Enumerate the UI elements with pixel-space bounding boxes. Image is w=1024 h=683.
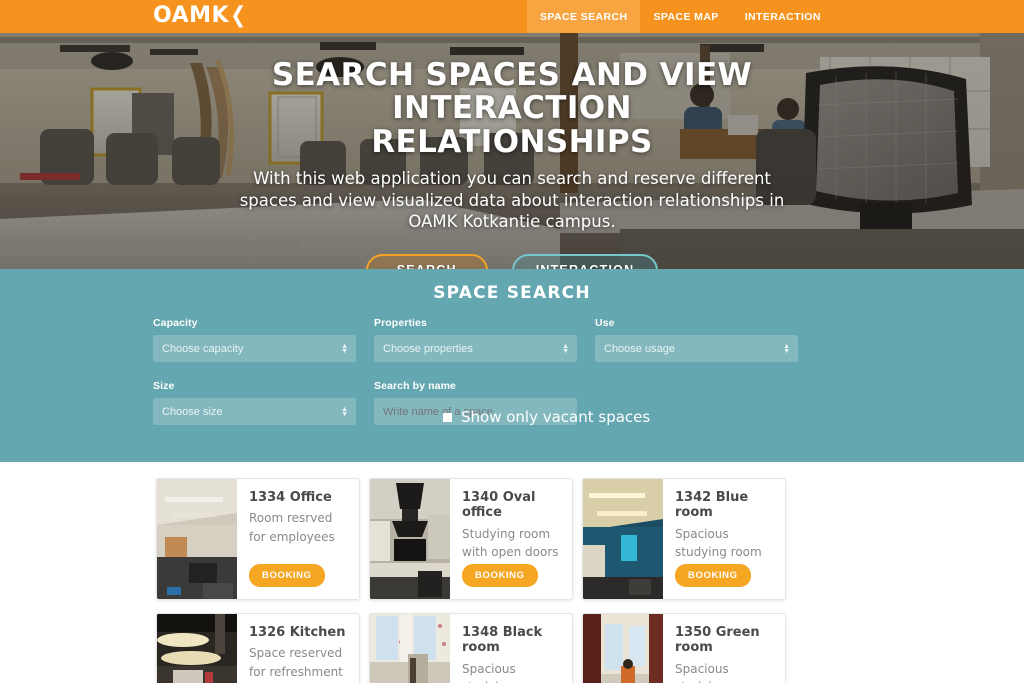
space-card-body: 1348 Black room Spacious studying room B…: [450, 614, 572, 683]
hero-banner: SEARCH SPACES AND VIEW INTERACTION RELAT…: [0, 33, 1024, 269]
search-by-name-label: Search by name: [374, 380, 456, 392]
hero-content: SEARCH SPACES AND VIEW INTERACTION RELAT…: [0, 33, 1024, 269]
vacant-only-label: Show only vacant spaces: [461, 408, 651, 426]
top-navbar: OAMK❮ SPACE SEARCH SPACE MAP INTERACTION: [0, 0, 1024, 33]
oamk-logo[interactable]: OAMK❮: [153, 1, 248, 31]
hero-title-line-1: SEARCH SPACES AND VIEW: [271, 57, 753, 93]
space-card-description: Spacious studying room: [675, 661, 762, 683]
vacant-only-checkbox[interactable]: [443, 412, 452, 422]
hero-buttons: SEARCH INTERACTION: [365, 253, 659, 269]
hero-interaction-button[interactable]: INTERACTION: [511, 253, 659, 269]
space-thumbnail: [370, 614, 450, 683]
oval-office-photo: [370, 479, 450, 599]
nav-item-interaction[interactable]: INTERACTION: [732, 0, 834, 33]
hero-title: SEARCH SPACES AND VIEW INTERACTION RELAT…: [252, 57, 772, 160]
space-card[interactable]: 1326 Kitchen Space reserved for refreshm…: [156, 613, 360, 683]
black-room-photo: [370, 614, 450, 683]
office-photo: [157, 479, 237, 599]
properties-field: Properties Choose properties ▲ ▼: [374, 317, 577, 362]
nav-items: SPACE SEARCH SPACE MAP INTERACTION: [527, 0, 834, 33]
kitchen-photo: [157, 614, 237, 683]
properties-select-value: Choose properties: [383, 342, 473, 355]
space-search-heading: SPACE SEARCH: [433, 283, 591, 303]
space-thumbnail: [583, 614, 663, 683]
space-thumbnail: [157, 614, 237, 683]
stepper-arrows-icon: ▲ ▼: [783, 342, 790, 355]
properties-select[interactable]: Choose properties ▲ ▼: [374, 335, 577, 362]
space-card-description: Studying room with open doors: [462, 526, 559, 560]
space-card-title: 1348 Black room: [462, 625, 543, 656]
capacity-select-value: Choose capacity: [162, 342, 244, 355]
results-section: 1334 Office Room resrved for employees B…: [0, 462, 1024, 683]
space-card-description: Space reserved for refreshment: [249, 646, 343, 679]
nav-item-space-map-label: SPACE MAP: [653, 10, 719, 23]
space-card-body: 1350 Green room Spacious studying room B…: [663, 614, 785, 683]
oamk-logo-text: OAMK: [153, 3, 230, 28]
space-card-body: 1326 Kitchen Space reserved for refreshm…: [237, 614, 359, 683]
use-select-value: Choose usage: [604, 342, 675, 355]
stepper-arrows-icon: ▲ ▼: [562, 342, 569, 355]
space-card[interactable]: 1342 Blue room Spacious studying room BO…: [582, 478, 786, 600]
space-card[interactable]: 1340 Oval office Studying room with open…: [369, 478, 573, 600]
size-field: Size Choose size ▲ ▼: [153, 380, 356, 425]
space-card-title: 1334 Office: [249, 490, 332, 505]
space-card-body: 1340 Oval office Studying room with open…: [450, 479, 572, 599]
space-card[interactable]: 1334 Office Room resrved for employees B…: [156, 478, 360, 600]
use-field: Use Choose usage ▲ ▼: [595, 317, 798, 362]
nav-item-space-search-label: SPACE SEARCH: [540, 10, 628, 23]
space-thumbnail: [157, 479, 237, 599]
nav-item-space-search[interactable]: SPACE SEARCH: [527, 0, 641, 33]
space-card[interactable]: 1350 Green room Spacious studying room B…: [582, 613, 786, 683]
capacity-select[interactable]: Choose capacity ▲ ▼: [153, 335, 356, 362]
space-card-body: 1342 Blue room Spacious studying room BO…: [663, 479, 785, 599]
booking-button[interactable]: BOOKING: [675, 564, 751, 587]
space-thumbnail: [583, 479, 663, 599]
use-select[interactable]: Choose usage ▲ ▼: [595, 335, 798, 362]
booking-button[interactable]: BOOKING: [249, 564, 325, 587]
space-card-description: Room resrved for employees: [249, 511, 335, 544]
nav-item-space-map[interactable]: SPACE MAP: [640, 0, 731, 33]
size-select-value: Choose size: [162, 405, 223, 418]
space-card-grid: 1334 Office Room resrved for employees B…: [156, 478, 870, 683]
use-label: Use: [595, 317, 615, 329]
capacity-label: Capacity: [153, 317, 198, 329]
space-card-title: 1350 Green room: [675, 625, 760, 656]
size-select[interactable]: Choose size ▲ ▼: [153, 398, 356, 425]
hero-search-button[interactable]: SEARCH: [365, 253, 488, 269]
space-card-description: Spacious studying room: [462, 661, 549, 683]
stepper-arrows-icon: ▲ ▼: [341, 342, 348, 355]
capacity-field: Capacity Choose capacity ▲ ▼: [153, 317, 356, 362]
hero-subtitle: With this web application you can search…: [239, 169, 785, 231]
properties-label: Properties: [374, 317, 427, 329]
search-fields-row-1: Capacity Choose capacity ▲ ▼ Properties C…: [153, 317, 875, 362]
space-card-title: 1340 Oval office: [462, 490, 536, 521]
space-thumbnail: [370, 479, 450, 599]
blue-room-photo: [583, 479, 663, 599]
space-card[interactable]: 1348 Black room Spacious studying room B…: [369, 613, 573, 683]
vacant-only-row: Show only vacant spaces: [443, 408, 650, 426]
chevron-left-icon: ❮: [230, 3, 247, 28]
size-label: Size: [153, 380, 175, 392]
stepper-arrows-icon: ▲ ▼: [341, 405, 348, 418]
booking-button[interactable]: BOOKING: [462, 564, 538, 587]
nav-item-interaction-label: INTERACTION: [744, 10, 821, 23]
space-card-description: Spacious studying room: [675, 526, 762, 560]
space-card-title: 1326 Kitchen: [249, 625, 346, 640]
space-card-body: 1334 Office Room resrved for employees B…: [237, 479, 359, 599]
space-search-panel: SPACE SEARCH Capacity Choose capacity ▲ ▼…: [0, 269, 1024, 462]
green-room-photo: [583, 614, 663, 683]
hero-title-line-2: INTERACTION RELATIONSHIPS: [371, 90, 653, 160]
space-card-title: 1342 Blue room: [675, 490, 749, 521]
